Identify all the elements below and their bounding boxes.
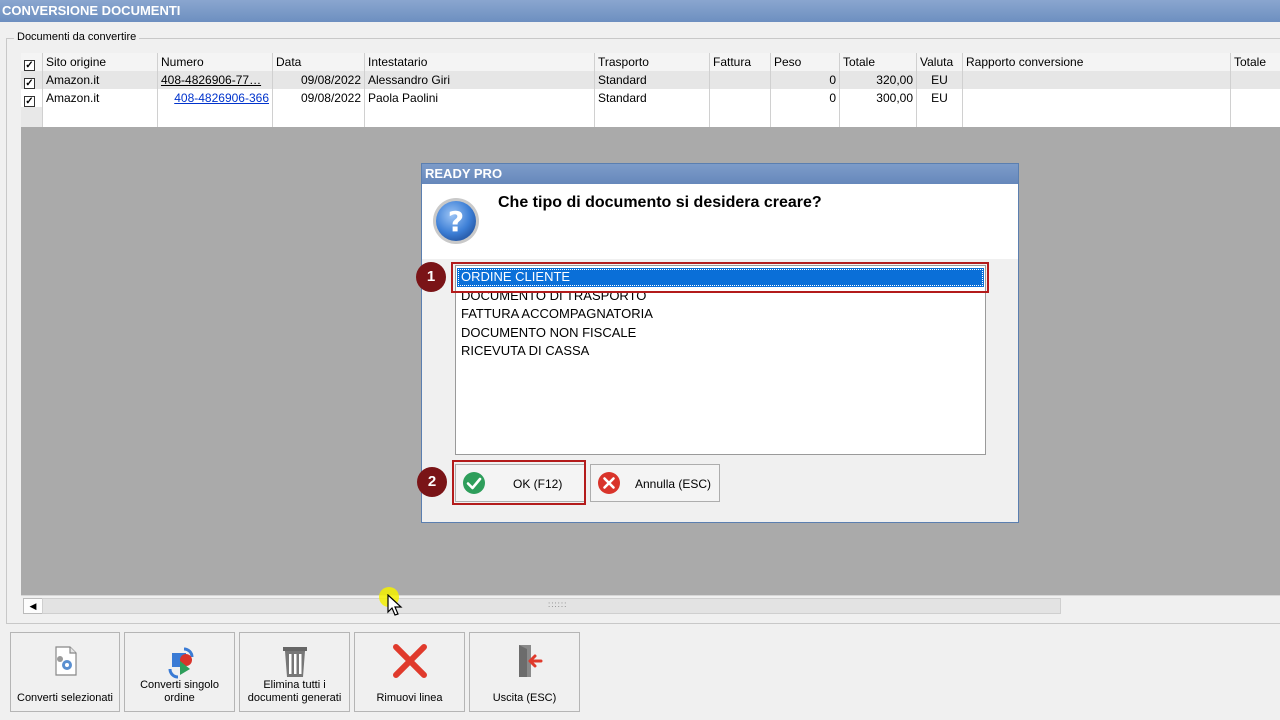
scroll-left-arrow-icon[interactable]: ◀ (23, 598, 43, 614)
cancel-button-label: Annulla (ESC) (635, 477, 712, 491)
cell-sito: Amazon.it (43, 71, 158, 89)
cell-rapporto (963, 71, 1231, 89)
new-row[interactable] (21, 107, 1280, 127)
cell-valuta: EU (917, 71, 963, 89)
question-icon: ? (433, 198, 479, 244)
header-totale-2[interactable]: Totale (1231, 53, 1280, 71)
empty-cell (917, 107, 963, 127)
option-fattura-accompagnatoria[interactable]: FATTURA ACCOMPAGNATORIA (457, 305, 984, 324)
empty-cell (273, 107, 365, 127)
row-check-cell: ✓ (21, 71, 43, 89)
cell-numero[interactable]: 408-4826906-77… (158, 71, 273, 89)
cell-valuta: EU (917, 89, 963, 107)
header-rapporto[interactable]: Rapporto conversione (963, 53, 1231, 71)
delete-all-button[interactable]: Elimina tutti i documenti generati (239, 632, 350, 712)
header-totale[interactable]: Totale (840, 53, 917, 71)
delete-all-label: Elimina tutti i documenti generati (247, 679, 342, 704)
header-fattura[interactable]: Fattura (710, 53, 771, 71)
cell-fattura (710, 89, 771, 107)
cell-trasporto: Standard (595, 89, 710, 107)
group-label: Documenti da convertire (14, 31, 140, 43)
table-row[interactable]: ✓ Amazon.it 408-4826906-77… 09/08/2022 A… (21, 71, 1280, 89)
convert-single-label: Converti singolo ordine (140, 679, 219, 704)
row-checkbox[interactable]: ✓ (24, 78, 35, 89)
option-ricevuta-cassa[interactable]: RICEVUTA DI CASSA (457, 342, 984, 361)
header-valuta[interactable]: Valuta (917, 53, 963, 71)
document-gear-icon (55, 646, 77, 676)
cell-peso: 0 (771, 89, 840, 107)
convert-selected-button[interactable]: Converti selezionati (10, 632, 120, 712)
grid-header-row: ✓ Sito origine Numero Data Intestatario … (21, 53, 1280, 72)
horizontal-scrollbar[interactable]: ◀ :::::: (21, 595, 1280, 614)
select-all-checkbox[interactable]: ✓ (24, 60, 35, 71)
header-intestatario[interactable]: Intestatario (365, 53, 595, 71)
cell-totale-2 (1231, 89, 1280, 107)
option-documento-non-fiscale[interactable]: DOCUMENTO NON FISCALE (457, 324, 984, 343)
row-check-cell: ✓ (21, 89, 43, 107)
grip-icon: :::::: (548, 600, 568, 609)
cell-intestatario: Paola Paolini (365, 89, 595, 107)
cell-intestatario: Alessandro Giri (365, 71, 595, 89)
convert-selected-label: Converti selezionati (17, 692, 113, 704)
convert-single-button[interactable]: Converti singolo ordine (124, 632, 235, 712)
row-checkbox[interactable]: ✓ (24, 96, 35, 107)
convert-arrows-icon (168, 647, 194, 679)
empty-cell (595, 107, 710, 127)
header-trasporto[interactable]: Trasporto (595, 53, 710, 71)
mouse-cursor-icon (387, 594, 403, 616)
cell-data: 09/08/2022 (273, 71, 365, 89)
header-sito[interactable]: Sito origine (43, 53, 158, 71)
close-icon (598, 472, 620, 494)
cell-totale: 320,00 (840, 71, 917, 89)
document-type-listbox[interactable]: ORDINE CLIENTE DOCUMENTO DI TRASPORTO FA… (455, 265, 986, 455)
empty-cell (963, 107, 1231, 127)
empty-cell (1231, 107, 1280, 127)
exit-door-icon (519, 645, 543, 677)
dialog-question: Che tipo di documento si desidera creare… (498, 194, 822, 211)
remove-line-label: Rimuovi linea (376, 692, 443, 704)
header-peso[interactable]: Peso (771, 53, 840, 71)
empty-cell (710, 107, 771, 127)
empty-cell (43, 107, 158, 127)
highlight-box-1 (451, 262, 989, 293)
cell-sito: Amazon.it (43, 89, 158, 107)
header-data[interactable]: Data (273, 53, 365, 71)
remove-line-button[interactable]: Rimuovi linea (354, 632, 465, 712)
exit-label: Uscita (ESC) (492, 692, 557, 704)
x-mark-icon (393, 644, 427, 678)
dialog-header: ? Che tipo di documento si desidera crea… (422, 184, 1018, 259)
cell-totale: 300,00 (840, 89, 917, 107)
table-row[interactable]: ✓ Amazon.it 408-4826906-366 09/08/2022 P… (21, 89, 1280, 107)
trash-icon (283, 647, 307, 677)
new-row-indicator (21, 107, 43, 127)
cell-trasporto: Standard (595, 71, 710, 89)
svg-text:?: ? (448, 205, 464, 238)
cancel-button[interactable]: Annulla (ESC) (590, 464, 720, 502)
empty-cell (840, 107, 917, 127)
scroll-thumb[interactable]: :::::: (42, 598, 1061, 614)
exit-button[interactable]: Uscita (ESC) (469, 632, 580, 712)
dialog-title: READY PRO (422, 164, 1018, 184)
cell-data: 09/08/2022 (273, 89, 365, 107)
empty-cell (365, 107, 595, 127)
header-check-cell[interactable]: ✓ (21, 53, 43, 71)
empty-cell (771, 107, 840, 127)
window-title: CONVERSIONE DOCUMENTI (0, 0, 1280, 22)
empty-cell (158, 107, 273, 127)
header-numero[interactable]: Numero (158, 53, 273, 71)
step-marker-2: 2 (417, 467, 447, 497)
cell-numero[interactable]: 408-4826906-366 (158, 89, 273, 107)
cell-totale-2 (1231, 71, 1280, 89)
cell-rapporto (963, 89, 1231, 107)
cell-fattura (710, 71, 771, 89)
highlight-box-2 (452, 460, 586, 505)
step-marker-1: 1 (416, 262, 446, 292)
cell-peso: 0 (771, 71, 840, 89)
